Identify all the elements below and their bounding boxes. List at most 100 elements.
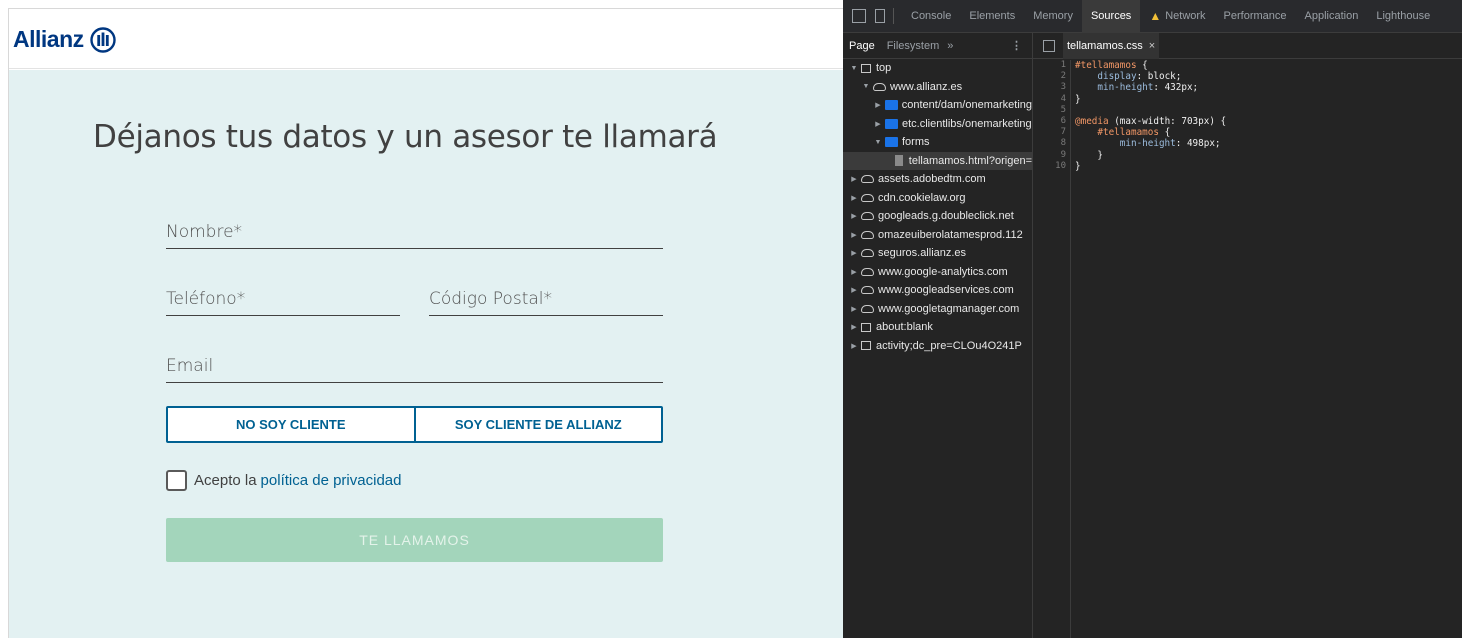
- file-icon: [895, 155, 903, 167]
- cloud-icon: [861, 212, 874, 221]
- collapsed-arrow-icon: ▶: [851, 324, 857, 332]
- cloud-icon: [861, 193, 874, 202]
- code-token: : block;: [1136, 71, 1182, 83]
- line-number: 10: [1055, 160, 1066, 171]
- code-token: }: [1075, 93, 1081, 105]
- cloud-icon: [861, 286, 874, 295]
- tab-label: Sources: [1090, 10, 1132, 22]
- tree-item-label: www.googleadservices.com: [878, 284, 1014, 297]
- allianz-logo[interactable]: Allianz: [13, 26, 116, 53]
- telefono-field[interactable]: Teléfono*: [166, 280, 400, 316]
- email-placeholder: Email: [166, 356, 214, 376]
- toggle-navigator-icon[interactable]: [1043, 39, 1055, 52]
- te-llamamos-button[interactable]: TE LLAMAMOS: [166, 518, 663, 562]
- tab-console[interactable]: Console: [902, 0, 960, 33]
- page-header: Allianz: [9, 9, 843, 69]
- tab-performance[interactable]: Performance: [1215, 0, 1296, 33]
- editor-file-tab[interactable]: tellamamos.css ×: [1063, 32, 1160, 59]
- cloud-icon: [861, 304, 874, 313]
- code-line: display: block;: [1075, 71, 1226, 82]
- close-icon[interactable]: ×: [1149, 40, 1155, 52]
- tree-item-label: assets.adobedtm.com: [878, 173, 986, 186]
- nombre-placeholder: Nombre*: [166, 222, 243, 242]
- code-content[interactable]: #tellamamos { display: block; min-height…: [1075, 60, 1226, 172]
- tree-item-label: omazeuiberolatamesprod.112: [878, 228, 1023, 241]
- cloud-icon: [861, 267, 874, 276]
- privacy-policy-link[interactable]: política de privacidad: [261, 472, 402, 489]
- devtools-panel: Console Elements Memory Sources ▲ Network Perf…: [843, 0, 1462, 638]
- tree-item-label: tellamamos.html?origen=: [908, 154, 1032, 167]
- tree-item[interactable]: ▶ www.googleadservices.com: [843, 281, 1032, 300]
- tab-filesystem[interactable]: Filesystem: [881, 33, 946, 59]
- folder-icon: [884, 100, 898, 111]
- code-token: {: [1158, 127, 1171, 139]
- code-token: (max-width: 703px) {: [1108, 115, 1227, 127]
- codigo-postal-field[interactable]: Código Postal*: [429, 280, 663, 316]
- code-token: min-height: [1075, 138, 1176, 150]
- privacy-consent: Acepto la política de privacidad: [166, 470, 401, 491]
- line-number: 2: [1060, 71, 1066, 82]
- form-title: Déjanos tus datos y un asesor te llamará: [93, 119, 718, 155]
- tree-item[interactable]: ▼ www.allianz.es: [843, 78, 1032, 97]
- tab-label: Performance: [1223, 10, 1287, 22]
- tree-item-label: cdn.cookielaw.org: [878, 191, 966, 204]
- soy-cliente-button[interactable]: SOY CLIENTE DE ALLIANZ: [413, 408, 662, 441]
- privacy-label: Acepto la: [194, 472, 257, 489]
- client-type-toggle: NO SOY CLIENTE SOY CLIENTE DE ALLIANZ: [166, 406, 663, 443]
- tree-item-label: about:blank: [876, 321, 933, 334]
- tree-item[interactable]: ▶ cdn.cookielaw.org: [843, 189, 1032, 208]
- tree-item[interactable]: ▼ forms: [843, 133, 1032, 152]
- tree-item-label: etc.clientlibs/onemarketing: [902, 117, 1032, 130]
- tab-sources[interactable]: Sources: [1081, 0, 1141, 33]
- line-number: 6: [1060, 115, 1066, 126]
- collapsed-arrow-icon: ▶: [851, 342, 857, 350]
- more-tabs-icon[interactable]: »: [947, 40, 953, 52]
- code-line: #tellamamos {: [1075, 60, 1226, 71]
- code-token: }: [1075, 149, 1103, 161]
- tree-item[interactable]: ▼ top: [843, 59, 1032, 78]
- code-token: : 432px;: [1153, 82, 1199, 94]
- tree-item[interactable]: ▶ www.google-analytics.com: [843, 263, 1032, 282]
- kebab-menu-icon[interactable]: ⋮: [1011, 39, 1022, 52]
- line-number: 7: [1060, 127, 1066, 138]
- collapsed-arrow-icon: ▶: [851, 250, 857, 258]
- privacy-checkbox[interactable]: [166, 470, 187, 491]
- tree-item[interactable]: ▶ about:blank: [843, 318, 1032, 337]
- devtools-toolbar: Console Elements Memory Sources ▲ Network Perf…: [843, 0, 1462, 33]
- codigo-postal-placeholder: Código Postal*: [429, 289, 553, 309]
- tree-item[interactable]: ▶ www.googletagmanager.com: [843, 300, 1032, 319]
- expanded-arrow-icon: ▼: [874, 138, 882, 146]
- tree-item[interactable]: ▶ etc.clientlibs/onemarketing: [843, 115, 1032, 134]
- nombre-field[interactable]: Nombre*: [166, 213, 663, 249]
- tab-network[interactable]: ▲ Network: [1140, 0, 1214, 33]
- inspect-element-icon[interactable]: [852, 9, 866, 23]
- tab-elements[interactable]: Elements: [960, 0, 1024, 33]
- tab-lighthouse[interactable]: Lighthouse: [1367, 0, 1439, 33]
- collapsed-arrow-icon: ▶: [851, 287, 857, 295]
- code-line: }: [1075, 150, 1226, 161]
- code-token: min-height: [1075, 82, 1154, 94]
- tab-label: Network: [1165, 10, 1206, 22]
- code-line: }: [1075, 94, 1226, 105]
- tree-item[interactable]: ▶ googleads.g.doubleclick.net: [843, 207, 1032, 226]
- tree-item[interactable]: ▶ omazeuiberolatamesprod.112: [843, 226, 1032, 245]
- tree-item[interactable]: ▶ content/dam/onemarketing: [843, 96, 1032, 115]
- tree-item[interactable]: tellamamos.html?origen=: [843, 151, 1032, 170]
- tab-page[interactable]: Page: [843, 33, 881, 59]
- device-toolbar-icon[interactable]: [875, 9, 885, 23]
- tree-item[interactable]: ▶ seguros.allianz.es: [843, 244, 1032, 263]
- tree-item-label: activity;dc_pre=CLOu4O241P: [876, 339, 1022, 352]
- code-token: display: [1075, 71, 1137, 83]
- tab-memory[interactable]: Memory: [1024, 0, 1082, 33]
- tree-item[interactable]: ▶ activity;dc_pre=CLOu4O241P: [843, 337, 1032, 356]
- line-number: 4: [1060, 93, 1066, 104]
- email-field[interactable]: Email: [166, 347, 663, 383]
- no-soy-cliente-button[interactable]: NO SOY CLIENTE: [168, 408, 414, 441]
- code-line: #tellamamos {: [1075, 127, 1226, 138]
- tab-application[interactable]: Application: [1296, 0, 1368, 33]
- code-token: @media: [1075, 115, 1109, 127]
- collapsed-arrow-icon: ▶: [875, 102, 881, 110]
- tree-item[interactable]: ▶ assets.adobedtm.com: [843, 170, 1032, 189]
- tab-label: Lighthouse: [1376, 10, 1431, 22]
- logo-text: Allianz: [13, 26, 84, 52]
